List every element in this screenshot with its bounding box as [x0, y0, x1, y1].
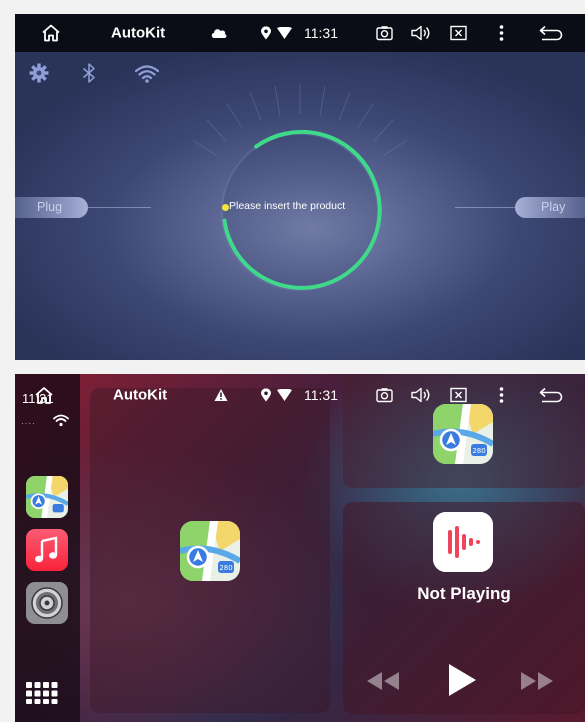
wifi-signal-icon	[277, 389, 292, 401]
fast-forward-icon[interactable]	[519, 670, 555, 697]
play-icon[interactable]	[446, 662, 478, 703]
close-window-icon[interactable]	[450, 25, 467, 41]
bluetooth-icon[interactable]	[82, 63, 96, 88]
close-window-icon[interactable]	[450, 387, 467, 403]
now-playing-label: Not Playing	[417, 584, 511, 603]
plug-connector-line	[88, 207, 151, 208]
play-button[interactable]: Play	[515, 197, 585, 218]
carplay-home-screen: 280 280 Not Playing AutoKit 11:31 11:31 …	[15, 374, 585, 722]
maps-card[interactable]: 280	[90, 388, 330, 713]
volume-icon[interactable]	[411, 387, 431, 403]
carplay-dock: 11:31 ····	[15, 374, 80, 722]
now-playing-card[interactable]: Not Playing	[343, 502, 585, 714]
settings-gear-icon[interactable]	[29, 63, 49, 88]
cellular-signal: ····	[21, 419, 36, 428]
back-icon[interactable]	[539, 387, 563, 403]
dock-maps-app[interactable]	[26, 476, 68, 518]
app-title-bottom: AutoKit	[113, 386, 168, 404]
status-dot	[222, 204, 229, 211]
svg-text:280: 280	[219, 564, 232, 572]
screenshot-icon[interactable]	[376, 26, 393, 41]
location-icon	[261, 388, 271, 402]
cloud-icon	[211, 28, 227, 38]
plug-label: Plug	[37, 200, 63, 214]
home-icon[interactable]	[42, 24, 60, 42]
wifi-signal-icon	[277, 27, 292, 39]
location-icon	[261, 26, 271, 40]
music-app-icon[interactable]	[433, 512, 493, 572]
wifi-icon	[53, 414, 69, 432]
maps-widget-icon[interactable]: 280	[433, 404, 493, 464]
clock: 11:31	[304, 25, 338, 41]
plug-button[interactable]: Plug	[15, 197, 88, 218]
autokit-connect-screen: AutoKit 11:31 Plug Play Please insert th…	[15, 14, 585, 360]
dock-music-app[interactable]	[26, 529, 68, 571]
rewind-icon[interactable]	[365, 670, 401, 697]
warning-icon	[214, 389, 228, 402]
clock: 11:31	[304, 387, 338, 403]
insert-product-message: Please insert the product	[229, 200, 346, 212]
play-connector-line	[455, 207, 515, 208]
more-menu-icon[interactable]	[499, 387, 504, 403]
status-bar-overlay: AutoKit 11:31	[80, 378, 585, 412]
maps-app-icon[interactable]: 280	[180, 521, 240, 581]
svg-text:280: 280	[472, 447, 485, 455]
volume-icon[interactable]	[411, 25, 431, 41]
dock-settings-app[interactable]	[26, 582, 68, 624]
status-bar: AutoKit 11:31	[15, 14, 585, 52]
app-grid-icon[interactable]	[26, 682, 58, 709]
screenshot-icon[interactable]	[376, 388, 393, 403]
more-menu-icon[interactable]	[499, 25, 504, 41]
home-icon[interactable]	[35, 387, 53, 409]
back-icon[interactable]	[539, 25, 563, 41]
connection-ring	[212, 124, 388, 300]
app-title: AutoKit	[111, 24, 166, 42]
play-label: Play	[541, 200, 566, 214]
